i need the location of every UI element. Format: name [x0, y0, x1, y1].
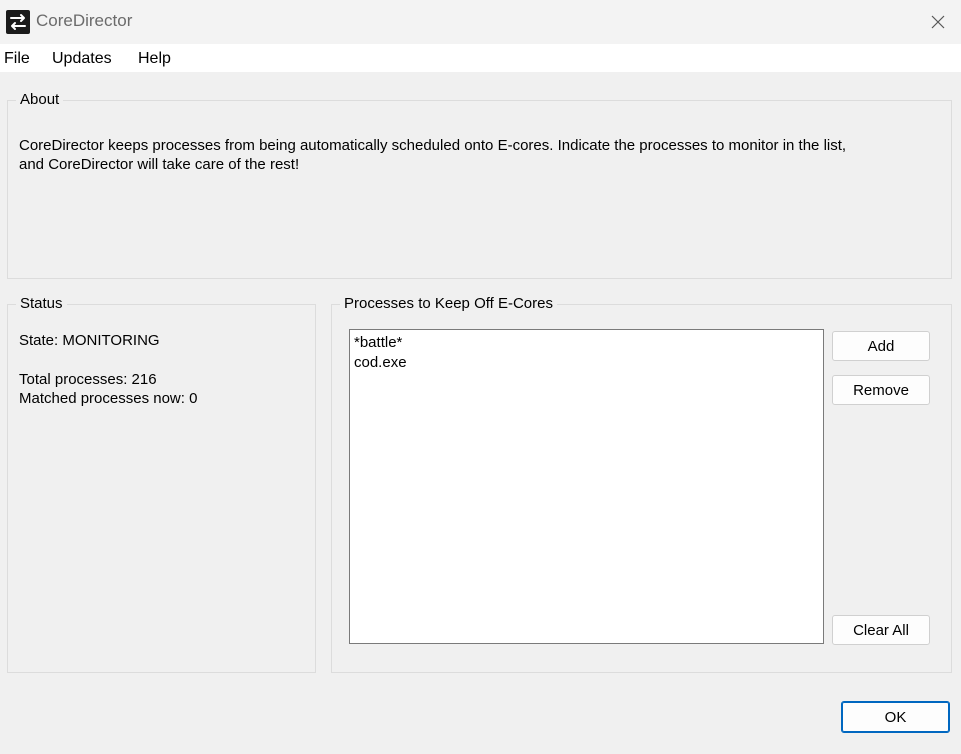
- about-text: CoreDirector keeps processes from being …: [19, 136, 939, 174]
- status-total-processes: Total processes: 216: [19, 371, 157, 388]
- list-item[interactable]: *battle*: [354, 334, 402, 351]
- status-matched-processes: Matched processes now: 0: [19, 390, 198, 407]
- about-text-line-1: CoreDirector keeps processes from being …: [19, 137, 847, 154]
- menu-help[interactable]: Help: [138, 50, 171, 68]
- arrows-swap-icon: [6, 10, 30, 34]
- menu-file[interactable]: File: [4, 50, 30, 68]
- close-icon: [931, 15, 945, 29]
- title-bar[interactable]: CoreDirector: [0, 0, 961, 44]
- list-item[interactable]: cod.exe: [354, 354, 407, 371]
- status-label: Status: [16, 295, 67, 312]
- close-button[interactable]: [915, 0, 961, 44]
- window-title: CoreDirector: [36, 11, 133, 30]
- menu-updates[interactable]: Updates: [52, 50, 112, 68]
- remove-button[interactable]: Remove: [832, 375, 930, 405]
- add-button[interactable]: Add: [832, 331, 930, 361]
- about-text-line-2: and CoreDirector will take care of the r…: [19, 156, 300, 173]
- ok-button[interactable]: OK: [841, 701, 950, 733]
- about-group: About CoreDirector keeps processes from …: [7, 91, 952, 279]
- status-state: State: MONITORING: [19, 332, 160, 349]
- clear-all-button[interactable]: Clear All: [832, 615, 930, 645]
- status-group: Status State: MONITORING Total processes…: [7, 295, 316, 673]
- process-listbox[interactable]: *battle* cod.exe: [349, 329, 824, 644]
- menu-bar: File Updates Help: [0, 44, 961, 72]
- processes-label: Processes to Keep Off E-Cores: [340, 295, 557, 312]
- about-label: About: [16, 91, 64, 108]
